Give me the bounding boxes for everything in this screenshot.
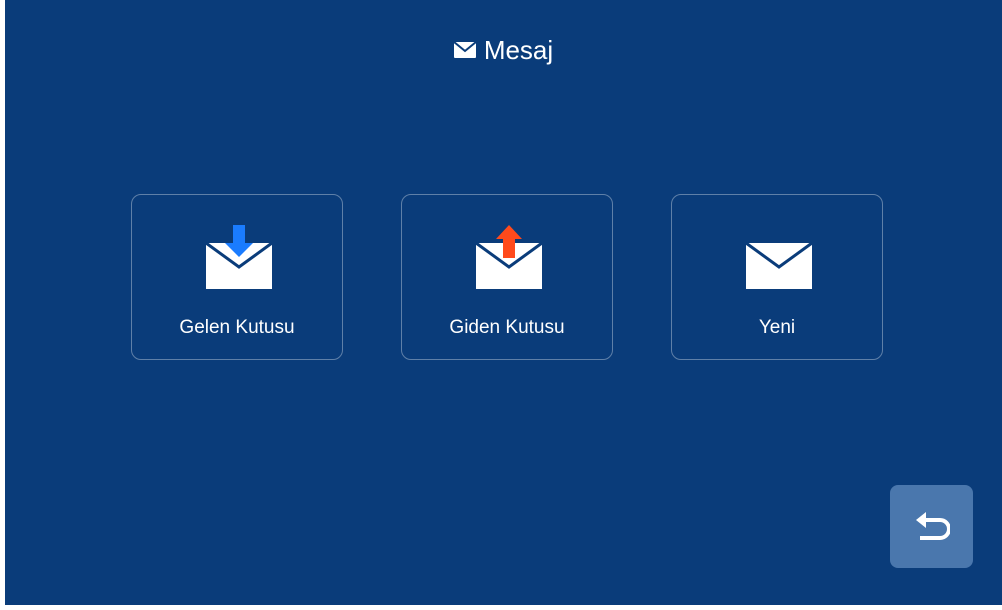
envelope-icon [453,42,476,58]
message-screen: Mesaj Gelen Kutusu Giden Kutusu Yeni [5,0,1002,605]
inbox-label: Gelen Kutusu [179,317,295,338]
inbox-envelope-icon [205,225,273,289]
back-arrow-icon [915,511,950,540]
new-message-label: Yeni [758,317,796,338]
back-button[interactable] [890,485,973,568]
new-message-button[interactable]: Yeni [671,194,883,360]
outbox-label: Giden Kutusu [449,317,565,338]
page-header: Mesaj [5,30,1002,70]
new-envelope-icon [745,241,813,289]
outbox-envelope-icon [475,225,543,289]
page-title: Mesaj [483,34,554,65]
inbox-button[interactable]: Gelen Kutusu [131,194,343,360]
outbox-button[interactable]: Giden Kutusu [401,194,613,360]
